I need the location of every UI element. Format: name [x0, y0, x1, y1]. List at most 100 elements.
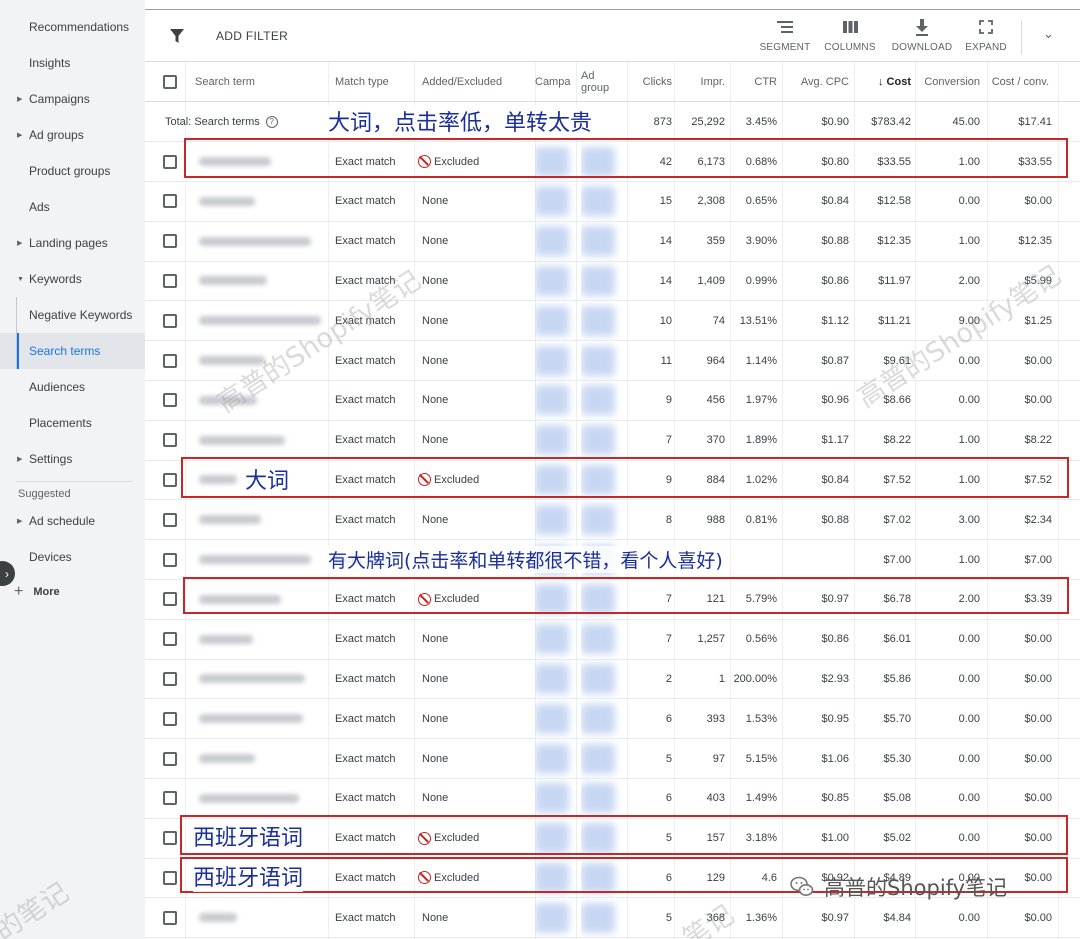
sidebar-item-placements[interactable]: Placements: [0, 405, 145, 441]
caret-right-icon[interactable]: ▶: [17, 95, 22, 103]
metric-cost_conv: $0.00: [1024, 752, 1052, 765]
row-checkbox[interactable]: [163, 472, 177, 487]
header-impressions[interactable]: Impr.: [676, 62, 725, 102]
row-checkbox[interactable]: [163, 552, 177, 567]
filter-icon[interactable]: [169, 28, 185, 44]
caret-right-icon[interactable]: ▶: [17, 131, 22, 139]
row-checkbox[interactable]: [163, 751, 177, 766]
sidebar-item-audiences[interactable]: Audiences: [0, 369, 145, 405]
metric-ctr: 1.36%: [745, 911, 777, 924]
row-checkbox[interactable]: [163, 831, 177, 846]
segment-button[interactable]: SEGMENT: [754, 18, 816, 53]
metric-impr: 964: [706, 354, 725, 367]
select-all-checkbox[interactable]: [163, 75, 177, 89]
table-row[interactable]: Exact match None 11 964 1.14% $0.87 $9.61 0.00 $…: [145, 341, 1080, 381]
row-checkbox[interactable]: [163, 154, 177, 169]
row-checkbox[interactable]: [163, 671, 177, 686]
row-checkbox[interactable]: [163, 711, 177, 726]
sidebar-item-negative-keywords[interactable]: Negative Keywords: [0, 297, 145, 333]
sidebar-item-keywords[interactable]: ▼ Keywords: [0, 261, 145, 297]
table-row[interactable]: Exact match None 14 359 3.90% $0.88 $12.35 1.00…: [145, 222, 1080, 262]
table-row[interactable]: Exact match None 5 97 5.15% $1.06 $5.30 0.00 $0.…: [145, 739, 1080, 779]
header-campaign[interactable]: Campa: [535, 62, 577, 102]
row-checkbox[interactable]: [163, 592, 177, 607]
metric-clicks: 5: [665, 752, 672, 765]
header-avg-cpc[interactable]: Avg. CPC: [781, 62, 849, 102]
sidebar-item-ads[interactable]: Ads: [0, 189, 145, 225]
table-row[interactable]: Exact match None 14 1,409 0.99% $0.86 $11.97 2.…: [145, 261, 1080, 302]
ad-group-cell: [581, 659, 626, 698]
header-clicks[interactable]: Clicks: [629, 62, 672, 102]
row-checkbox[interactable]: [163, 234, 177, 249]
metric-cpc: [781, 540, 849, 579]
header-ad-group[interactable]: Ad group: [581, 62, 617, 102]
help-icon[interactable]: ?: [265, 115, 278, 128]
header-added-excluded[interactable]: Added/Excluded: [422, 62, 532, 102]
row-checkbox[interactable]: [163, 273, 177, 288]
annotation-note-2: 大词: [245, 463, 290, 495]
table-row[interactable]: Exact match None 5 368 1.36% $0.97 $4.84 0.00 $0…: [145, 898, 1080, 939]
header-match-type[interactable]: Match type: [335, 62, 417, 102]
expand-label: EXPAND: [965, 42, 1007, 53]
redacted-search-term: [199, 913, 237, 923]
header-conversions[interactable]: Conversion: [915, 62, 980, 102]
caret-right-icon[interactable]: ▶: [17, 239, 22, 247]
expand-button[interactable]: EXPAND: [955, 18, 1017, 53]
highlight-box-row-18: [180, 815, 1068, 855]
row-checkbox[interactable]: [163, 910, 177, 925]
sidebar-item-insights[interactable]: Insights: [0, 45, 145, 81]
sidebar-item-product-groups[interactable]: Product groups: [0, 153, 145, 189]
chevron-down-icon[interactable]: ⌄: [1043, 26, 1054, 42]
sidebar-item-search-terms[interactable]: Search terms: [0, 333, 145, 369]
sidebar-item-settings[interactable]: ▶ Settings: [0, 441, 145, 477]
metric-ctr: 0.56%: [745, 633, 777, 646]
row-checkbox[interactable]: [163, 433, 177, 448]
ad-group-cell: [581, 779, 626, 818]
table-row[interactable]: Exact match None 6 403 1.49% $0.85 $5.08 0.00 $0…: [145, 779, 1080, 819]
caret-right-icon[interactable]: ▶: [17, 455, 22, 463]
header-cost[interactable]: ↓ Cost: [853, 62, 911, 102]
sidebar-item-devices[interactable]: Devices: [0, 539, 145, 575]
table-row[interactable]: Exact match None 10 74 13.51% $1.12 $11.21 9.00…: [145, 301, 1080, 342]
sidebar-item-ad-groups[interactable]: ▶ Ad groups: [0, 117, 145, 153]
table-row[interactable]: Exact match None 2 1 200.00% $2.93 $5.86 0.00 $0…: [145, 659, 1080, 700]
table-row[interactable]: Exact match None 15 2,308 0.65% $0.84 $12.58 0.…: [145, 182, 1080, 222]
checkbox-cell: [145, 261, 185, 300]
sidebar-item-campaigns[interactable]: ▶ Campaigns: [0, 81, 145, 117]
row-checkbox[interactable]: [163, 393, 177, 408]
caret-down-icon[interactable]: ▼: [17, 276, 24, 283]
table-row[interactable]: Exact match None 9 456 1.97% $0.96 $8.66 0.00 $0…: [145, 381, 1080, 421]
metric-conv: 0.00: [958, 911, 980, 924]
add-filter-button[interactable]: ADD FILTER: [216, 29, 288, 43]
added-excluded-status: None: [276, 500, 536, 539]
table-row[interactable]: Exact match None 6 393 1.53% $0.95 $5.70 0.00 $0…: [145, 699, 1080, 740]
row-checkbox[interactable]: [163, 791, 177, 806]
row-checkbox[interactable]: [163, 194, 177, 209]
table-row[interactable]: Exact match None 7 370 1.89% $1.17 $8.22 1.00 $8…: [145, 421, 1080, 461]
status-label: None: [422, 394, 449, 407]
header-search-term[interactable]: Search term: [187, 62, 327, 102]
row-checkbox[interactable]: [163, 313, 177, 328]
checkbox-cell: [145, 580, 185, 619]
row-checkbox[interactable]: [163, 353, 177, 368]
header-ctr[interactable]: CTR: [729, 62, 777, 102]
redacted-campaign: [535, 902, 569, 933]
metric-cpc: $0.84: [821, 195, 849, 208]
download-button[interactable]: DOWNLOAD: [891, 18, 953, 53]
sidebar-item-recommendations[interactable]: Recommendations: [0, 9, 145, 45]
columns-button[interactable]: COLUMNS: [819, 18, 881, 53]
sidebar-more-button[interactable]: + More: [14, 583, 60, 601]
sidebar-item-ad-schedule[interactable]: ▶ Ad schedule: [0, 503, 145, 539]
table-row[interactable]: Exact match None 8 988 0.81% $0.88 $7.02 3.00 $2…: [145, 500, 1080, 541]
sidebar-item-landing-pages[interactable]: ▶ Landing pages: [0, 225, 145, 261]
header-cost-per-conversion[interactable]: Cost / conv.: [985, 62, 1049, 102]
row-checkbox[interactable]: [163, 632, 177, 647]
metric-conv: 9.00: [958, 314, 980, 327]
added-excluded-status: None: [276, 620, 536, 659]
status-label: None: [422, 911, 449, 924]
row-checkbox[interactable]: [163, 870, 177, 885]
row-checkbox[interactable]: [163, 512, 177, 527]
caret-right-icon[interactable]: ▶: [17, 517, 22, 525]
table-row[interactable]: Exact match None 7 1,257 0.56% $0.86 $6.01 0.00…: [145, 620, 1080, 660]
metric-cpc: $0.88: [821, 513, 849, 526]
